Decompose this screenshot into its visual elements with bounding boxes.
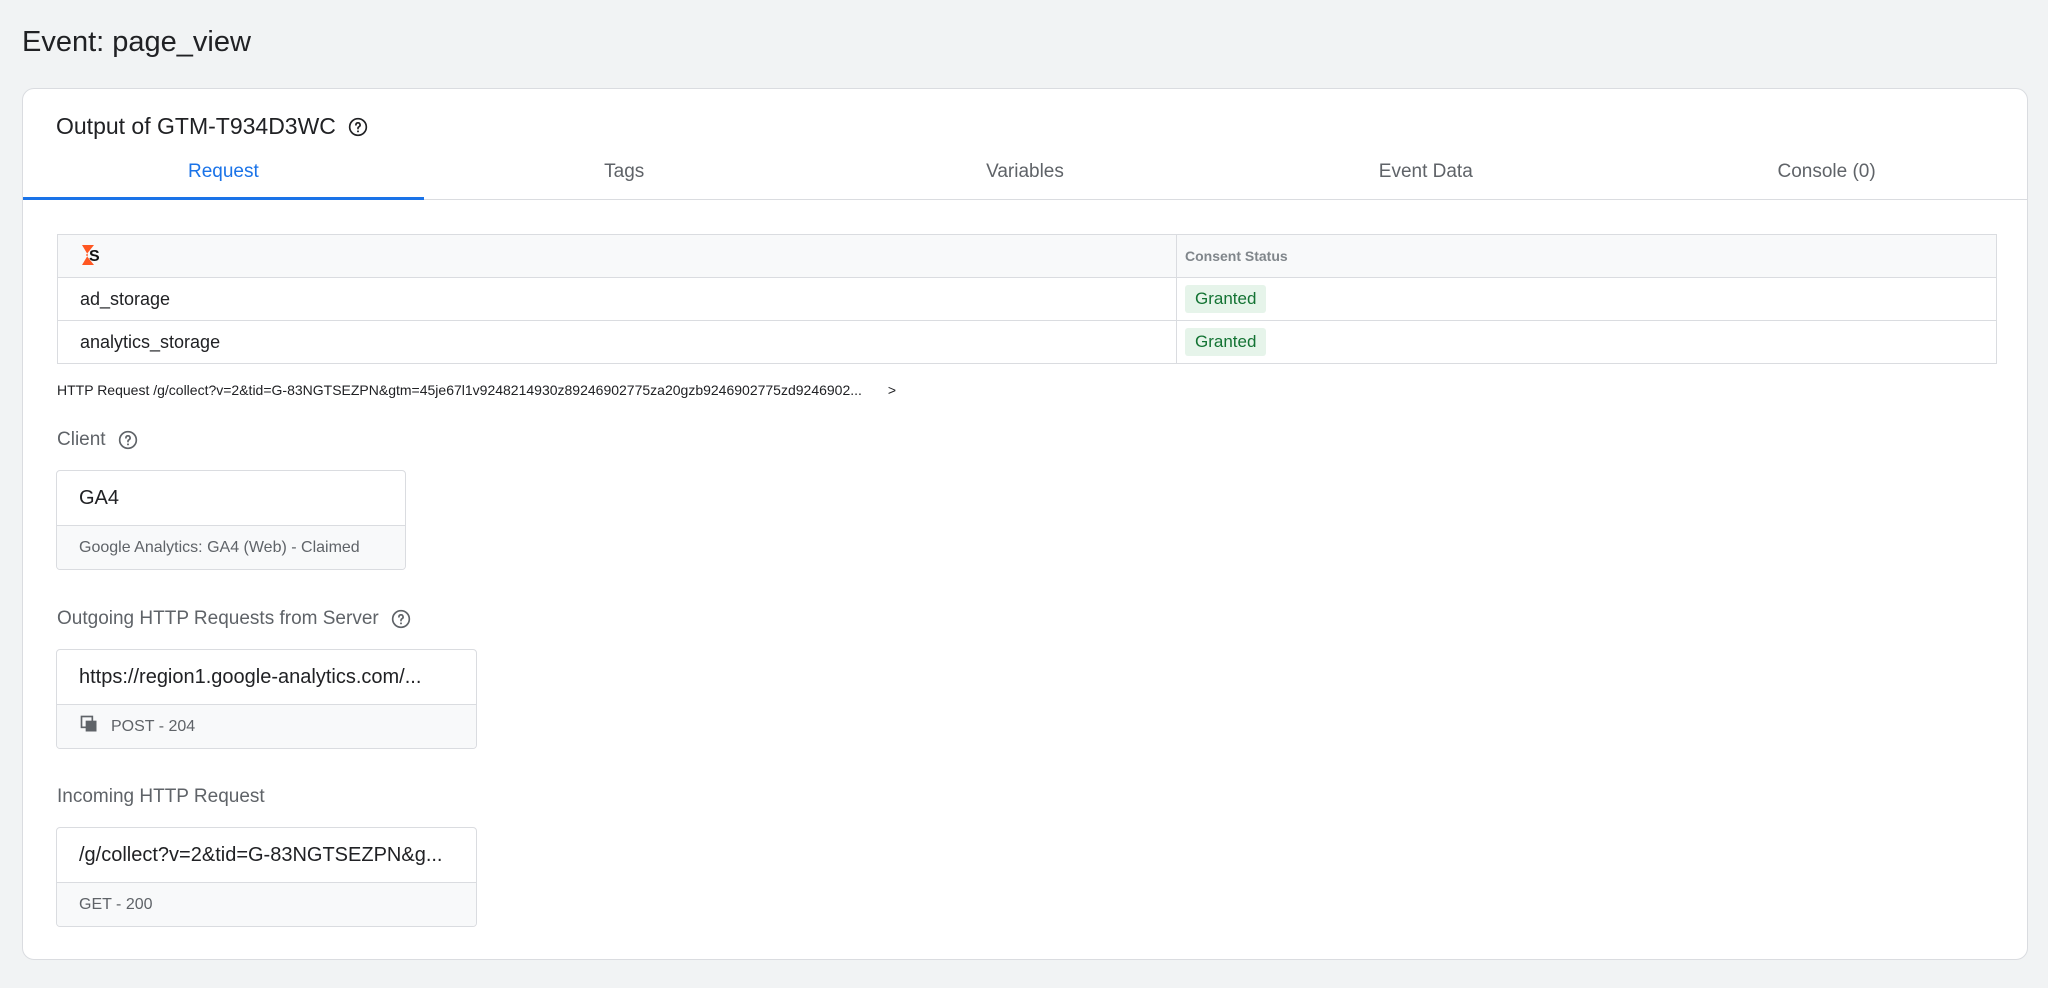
help-icon[interactable] bbox=[391, 609, 411, 629]
page-title: Event: page_view bbox=[22, 26, 251, 58]
outgoing-detail: POST - 204 bbox=[111, 717, 196, 735]
http-request-text: HTTP Request /g/collect?v=2&tid=G-83NGTS… bbox=[57, 382, 862, 398]
output-card: Output of GTM-T934D3WC Request Tags Vari… bbox=[22, 88, 2028, 960]
incoming-label: Incoming HTTP Request bbox=[57, 786, 265, 807]
tab-bar: Request Tags Variables Event Data Consol… bbox=[23, 155, 2027, 200]
consent-key: ad_storage bbox=[57, 277, 1177, 321]
table-row: analytics_storage Granted bbox=[57, 320, 1997, 364]
incoming-request-card[interactable]: /g/collect?v=2&tid=G-83NGTSEZPN&g... GET… bbox=[56, 827, 477, 927]
consent-logo-cell: S bbox=[57, 234, 1177, 278]
tab-tags[interactable]: Tags bbox=[424, 155, 825, 199]
card-header: Output of GTM-T934D3WC bbox=[56, 113, 368, 140]
copy-icon[interactable] bbox=[79, 714, 99, 739]
help-icon[interactable] bbox=[348, 117, 368, 137]
tab-request[interactable]: Request bbox=[23, 155, 424, 200]
consent-status-cell: Granted bbox=[1176, 277, 1997, 321]
consent-table-header: S Consent Status bbox=[57, 234, 1997, 278]
help-icon[interactable] bbox=[118, 430, 138, 450]
consent-status-cell: Granted bbox=[1176, 320, 1997, 364]
incoming-section-label: Incoming HTTP Request bbox=[57, 786, 265, 808]
outgoing-label: Outgoing HTTP Requests from Server bbox=[57, 608, 379, 629]
client-name: GA4 bbox=[79, 486, 120, 509]
stape-logo-icon: S bbox=[66, 243, 102, 267]
client-section-label: Client bbox=[57, 429, 138, 451]
client-card[interactable]: GA4 Google Analytics: GA4 (Web) - Claime… bbox=[56, 470, 406, 570]
chevron-right-icon[interactable]: > bbox=[888, 382, 896, 398]
consent-status-header: Consent Status bbox=[1176, 234, 1997, 278]
tab-event-data[interactable]: Event Data bbox=[1225, 155, 1626, 199]
consent-key: analytics_storage bbox=[57, 320, 1177, 364]
svg-text:S: S bbox=[89, 248, 100, 265]
card-title: Output of GTM-T934D3WC bbox=[56, 113, 336, 139]
tab-console[interactable]: Console (0) bbox=[1626, 155, 2027, 199]
table-row: ad_storage Granted bbox=[57, 277, 1997, 321]
outgoing-sub: POST - 204 bbox=[57, 704, 476, 748]
status-badge: Granted bbox=[1185, 328, 1267, 356]
client-label: Client bbox=[57, 429, 106, 450]
tab-variables[interactable]: Variables bbox=[825, 155, 1226, 199]
outgoing-url: https://region1.google-analytics.com/... bbox=[79, 665, 422, 688]
status-badge: Granted bbox=[1185, 285, 1267, 313]
incoming-detail: GET - 200 bbox=[57, 882, 476, 926]
http-request-line[interactable]: HTTP Request /g/collect?v=2&tid=G-83NGTS… bbox=[57, 382, 896, 398]
consent-table: S Consent Status ad_storage Granted anal… bbox=[57, 234, 1997, 364]
incoming-url: /g/collect?v=2&tid=G-83NGTSEZPN&g... bbox=[79, 843, 443, 866]
outgoing-request-card[interactable]: https://region1.google-analytics.com/...… bbox=[56, 649, 477, 749]
client-detail: Google Analytics: GA4 (Web) - Claimed bbox=[57, 525, 405, 569]
outgoing-section-label: Outgoing HTTP Requests from Server bbox=[57, 608, 411, 630]
